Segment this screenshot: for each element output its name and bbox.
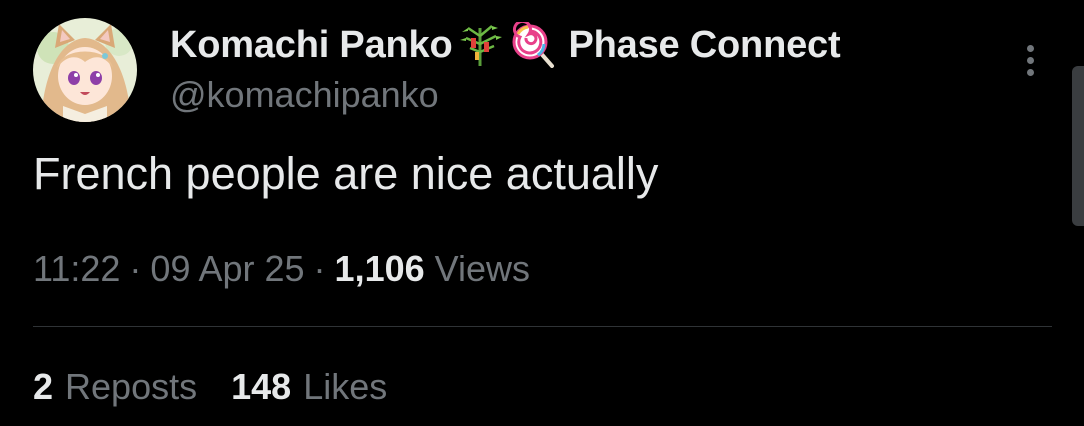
more-options-button[interactable] bbox=[1014, 38, 1046, 82]
scrollbar[interactable] bbox=[1072, 66, 1084, 226]
tweet-detail: Komachi Panko Phase Connect @komachipank… bbox=[0, 0, 1084, 426]
reposts-stat[interactable]: 2 Reposts bbox=[33, 366, 197, 408]
tweet-meta: 11:22 · 09 Apr 25 · 1,106 Views bbox=[33, 248, 530, 290]
views-count: 1,106 bbox=[334, 248, 425, 289]
views-label: Views bbox=[434, 248, 531, 289]
engagement-stats: 2 Reposts 148 Likes bbox=[33, 366, 387, 408]
affiliation-label[interactable]: Phase Connect bbox=[568, 24, 840, 67]
tweet-date[interactable]: 09 Apr 25 bbox=[150, 248, 304, 290]
author-display-name[interactable]: Komachi Panko bbox=[170, 24, 453, 67]
tweet-text: French people are nice actually bbox=[33, 148, 659, 199]
tanabata-tree-icon bbox=[458, 22, 504, 68]
reposts-count: 2 bbox=[33, 366, 54, 407]
meta-separator: · bbox=[129, 248, 142, 289]
likes-label: Likes bbox=[303, 366, 388, 407]
meta-separator: · bbox=[313, 248, 326, 289]
lollipop-icon bbox=[510, 22, 556, 68]
more-dot bbox=[1026, 68, 1034, 76]
author-name-row: Komachi Panko Phase Connect bbox=[170, 22, 841, 68]
more-dot bbox=[1026, 56, 1034, 64]
likes-stat[interactable]: 148 Likes bbox=[231, 366, 387, 408]
likes-count: 148 bbox=[231, 366, 292, 407]
more-dot bbox=[1026, 44, 1034, 52]
avatar[interactable] bbox=[33, 18, 137, 122]
reposts-label: Reposts bbox=[65, 366, 198, 407]
tweet-time[interactable]: 11:22 bbox=[33, 248, 120, 290]
author-handle[interactable]: @komachipanko bbox=[170, 74, 439, 116]
divider bbox=[33, 326, 1052, 327]
